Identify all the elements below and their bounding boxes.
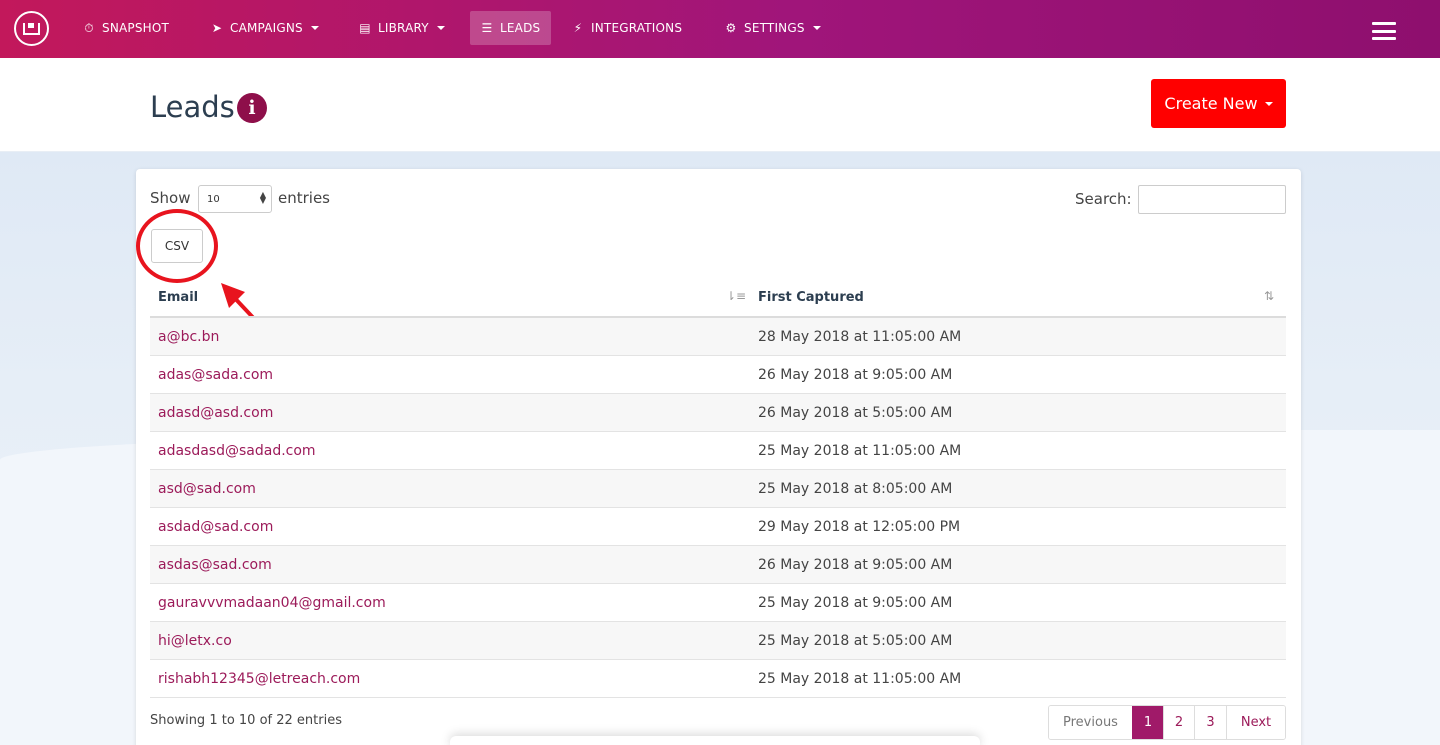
nav-snapshot-label: SNAPSHOT: [102, 21, 170, 35]
table-row: a@bc.bn 28 May 2018 at 11:05:00 AM: [150, 318, 1286, 356]
first-captured-cell: 25 May 2018 at 11:05:00 AM: [758, 442, 962, 459]
plug-icon: ⚡: [573, 21, 583, 35]
chevron-down-icon: [310, 26, 319, 30]
table-row: asdas@sad.com 26 May 2018 at 9:05:00 AM: [150, 546, 1286, 584]
show-label: Show: [150, 189, 191, 207]
chevron-down-icon: [812, 26, 821, 30]
nav-settings[interactable]: ⚙ SETTINGS: [714, 11, 831, 45]
gears-icon: ⚙: [725, 21, 737, 35]
paper-plane-icon: ➤: [211, 21, 223, 35]
table-row: asd@sad.com 25 May 2018 at 8:05:00 AM: [150, 470, 1286, 508]
email-link[interactable]: asdad@sad.com: [158, 519, 273, 535]
hamburger-menu-icon[interactable]: [1372, 22, 1396, 40]
nav-settings-label: SETTINGS: [744, 21, 805, 35]
bottom-overlay: [450, 736, 980, 745]
entries-length-value: 10: [207, 193, 220, 205]
info-icon[interactable]: i: [237, 93, 267, 123]
table-row: asdad@sad.com 29 May 2018 at 12:05:00 PM: [150, 508, 1286, 546]
create-new-label: Create New: [1164, 94, 1258, 113]
nav-library[interactable]: ▤ LIBRARY: [348, 11, 455, 45]
list-icon: ☰: [481, 21, 493, 35]
pagination: Previous 1 2 3 Next: [1048, 705, 1286, 740]
table-body: a@bc.bn 28 May 2018 at 11:05:00 AM adas@sa…: [150, 318, 1286, 698]
first-captured-cell: 26 May 2018 at 5:05:00 AM: [758, 404, 953, 421]
table-row: adasd@asd.com 26 May 2018 at 5:05:00 AM: [150, 394, 1286, 432]
page-title: Leads: [150, 90, 235, 124]
email-link[interactable]: gauravvvmadaan04@gmail.com: [158, 595, 386, 611]
pagination-page-3[interactable]: 3: [1194, 706, 1226, 739]
first-captured-cell: 29 May 2018 at 12:05:00 PM: [758, 518, 961, 535]
first-captured-cell: 25 May 2018 at 8:05:00 AM: [758, 480, 953, 497]
email-link[interactable]: adasdasd@sadad.com: [158, 443, 316, 459]
first-captured-cell: 25 May 2018 at 9:05:00 AM: [758, 594, 953, 611]
first-captured-cell: 25 May 2018 at 11:05:00 AM: [758, 670, 962, 687]
first-captured-cell: 25 May 2018 at 5:05:00 AM: [758, 632, 953, 649]
nav-leads-label: LEADS: [500, 21, 541, 35]
nav-library-label: LIBRARY: [378, 21, 429, 35]
column-header-email[interactable]: Email: [158, 290, 198, 305]
search-label: Search:: [1075, 190, 1132, 208]
first-captured-cell: 26 May 2018 at 9:05:00 AM: [758, 366, 953, 383]
email-link[interactable]: asdas@sad.com: [158, 557, 272, 573]
entries-label: entries: [278, 189, 330, 207]
table-info-text: Showing 1 to 10 of 22 entries: [150, 713, 342, 728]
nav-integrations-label: INTEGRATIONS: [591, 21, 683, 35]
first-captured-cell: 26 May 2018 at 9:05:00 AM: [758, 556, 953, 573]
annotation-circle: [136, 209, 218, 283]
pagination-page-1[interactable]: 1: [1132, 706, 1163, 739]
pagination-page-2[interactable]: 2: [1163, 706, 1194, 739]
first-captured-cell: 28 May 2018 at 11:05:00 AM: [758, 328, 962, 345]
top-navbar: ⏱ SNAPSHOT ➤ CAMPAIGNS ▤ LIBRARY ☰ LEADS…: [0, 0, 1440, 58]
select-arrows-icon: ▲ ▼: [259, 190, 266, 205]
table-row: adasdasd@sadad.com 25 May 2018 at 11:05:0…: [150, 432, 1286, 470]
pagination-previous-button[interactable]: Previous: [1049, 706, 1132, 739]
nav-integrations[interactable]: ⚡ INTEGRATIONS: [561, 11, 692, 45]
table-row: rishabh12345@letreach.com 25 May 2018 at …: [150, 660, 1286, 698]
email-link[interactable]: asd@sad.com: [158, 481, 256, 497]
email-link[interactable]: adas@sada.com: [158, 367, 273, 383]
search-input[interactable]: [1138, 185, 1286, 214]
entries-length-select[interactable]: 10 ▲ ▼: [198, 185, 272, 213]
table-row: adas@sada.com 26 May 2018 at 9:05:00 AM: [150, 356, 1286, 394]
table-row: hi@letx.co 25 May 2018 at 5:05:00 AM: [150, 622, 1286, 660]
table-row: gauravvvmadaan04@gmail.com 25 May 2018 at…: [150, 584, 1286, 622]
nav-snapshot[interactable]: ⏱ SNAPSHOT: [72, 11, 179, 45]
nav-leads[interactable]: ☰ LEADS: [470, 11, 551, 45]
email-link[interactable]: hi@letx.co: [158, 633, 232, 649]
sort-icon[interactable]: ⇅: [1264, 289, 1274, 303]
create-new-button[interactable]: Create New: [1151, 79, 1286, 128]
library-icon: ▤: [359, 21, 371, 35]
column-header-first-captured[interactable]: First Captured: [758, 290, 864, 305]
nav-campaigns[interactable]: ➤ CAMPAIGNS: [200, 11, 329, 45]
sort-desc-icon[interactable]: ⇂≡: [726, 289, 746, 303]
chevron-down-icon: [1264, 101, 1273, 106]
logo-icon[interactable]: [14, 11, 49, 46]
nav-campaigns-label: CAMPAIGNS: [230, 21, 303, 35]
email-link[interactable]: adasd@asd.com: [158, 405, 273, 421]
email-link[interactable]: a@bc.bn: [158, 329, 219, 345]
chevron-down-icon: [436, 26, 445, 30]
email-link[interactable]: rishabh12345@letreach.com: [158, 671, 360, 687]
pagination-next-button[interactable]: Next: [1226, 706, 1285, 739]
dashboard-icon: ⏱: [84, 20, 94, 35]
